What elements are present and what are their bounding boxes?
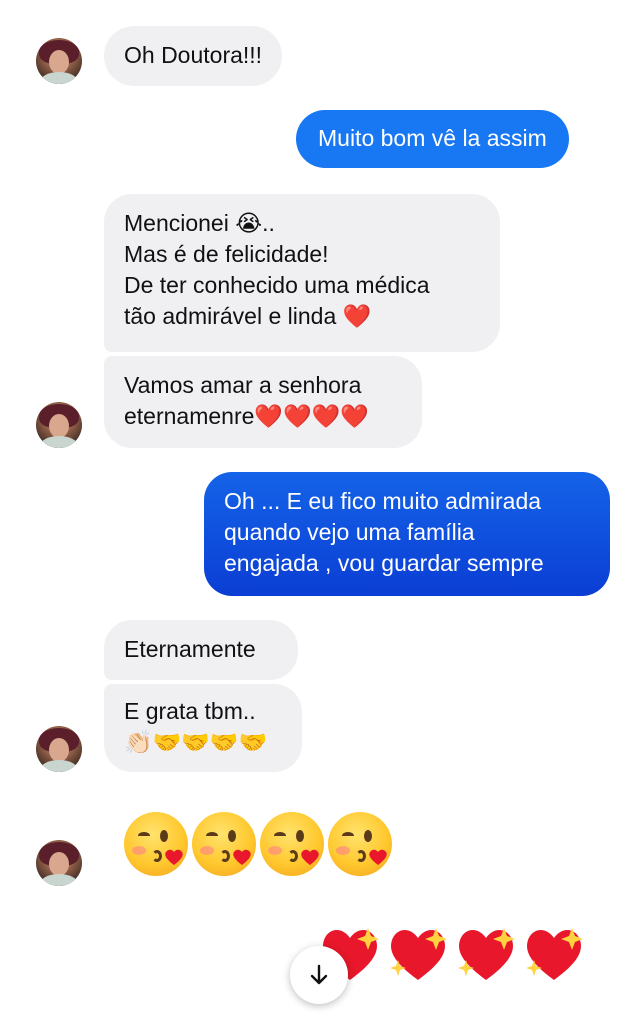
face-blowing-kiss-icon xyxy=(192,812,256,876)
incoming-message[interactable]: Vamos amar a senhora eternamenre❤️❤️❤️❤️ xyxy=(104,356,422,448)
incoming-message[interactable]: Mencionei 😭.. Mas é de felicidade! De te… xyxy=(104,194,500,352)
emoji-message[interactable] xyxy=(124,812,392,876)
sparkling-heart-icon xyxy=(522,924,586,984)
arrow-down-icon xyxy=(310,964,328,985)
contact-avatar[interactable] xyxy=(36,402,82,448)
sparkling-heart-icon xyxy=(386,924,450,984)
face-blowing-kiss-icon xyxy=(124,812,188,876)
contact-avatar[interactable] xyxy=(36,726,82,772)
scroll-to-bottom-button[interactable] xyxy=(290,946,348,1004)
face-blowing-kiss-icon xyxy=(328,812,392,876)
incoming-message[interactable]: E grata tbm.. 👏🏻🤝🤝🤝🤝 xyxy=(104,684,302,772)
face-blowing-kiss-icon xyxy=(260,812,324,876)
contact-avatar[interactable] xyxy=(36,840,82,886)
emoji-message[interactable] xyxy=(318,924,586,984)
incoming-message[interactable]: Oh Doutora!!! xyxy=(104,26,283,86)
incoming-message[interactable]: Eternamente xyxy=(104,620,298,680)
sparkling-heart-icon xyxy=(454,924,518,984)
contact-avatar[interactable] xyxy=(36,38,82,84)
outgoing-message[interactable]: Muito bom vê la assim xyxy=(296,110,569,168)
outgoing-message[interactable]: Oh ... E eu fico muito admirada quando v… xyxy=(204,472,610,596)
